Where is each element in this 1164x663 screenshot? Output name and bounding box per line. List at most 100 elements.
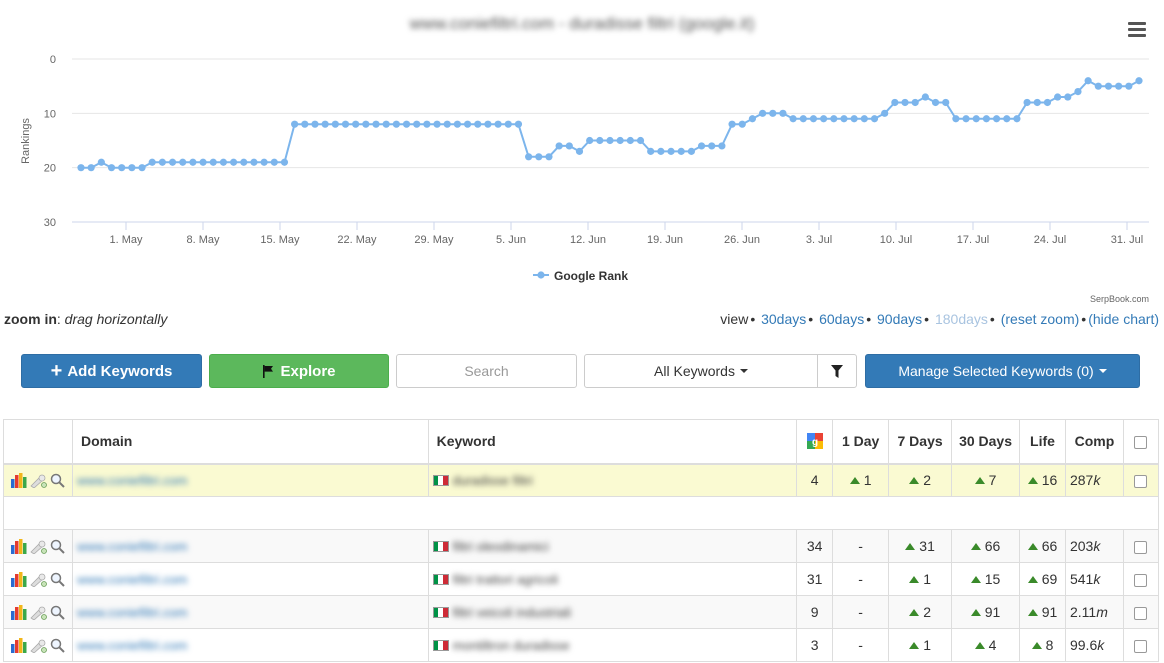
thirty-days-header[interactable]: 30 Days	[951, 419, 1021, 464]
data-point	[1043, 98, 1052, 107]
view-180days-link[interactable]: 180days	[935, 311, 988, 327]
up-arrow-icon	[1031, 642, 1042, 649]
row-actions	[3, 529, 73, 563]
row-select[interactable]	[1122, 562, 1160, 596]
domain-link[interactable]: www.coniefiltri.com	[77, 539, 188, 554]
legend-google-rank[interactable]: Google Rank	[554, 269, 628, 283]
magnifier-icon[interactable]	[50, 605, 65, 620]
keyword-cell: duradisse filtri	[427, 463, 798, 497]
data-point	[931, 98, 940, 107]
data-point	[535, 153, 543, 161]
data-point	[474, 120, 482, 128]
manage-selected-keywords-button[interactable]: Manage Selected Keywords (0)	[865, 354, 1140, 388]
reset-zoom-link[interactable]: (reset zoom)	[1001, 311, 1080, 327]
view-30days-link[interactable]: 30days	[761, 311, 806, 327]
edit-note-icon[interactable]	[30, 473, 47, 488]
domain-link[interactable]: www.coniefiltri.com	[77, 473, 188, 488]
edit-note-icon[interactable]	[30, 539, 47, 554]
edit-note-icon[interactable]	[30, 572, 47, 587]
data-point	[870, 115, 879, 123]
row-checkbox[interactable]	[1134, 639, 1148, 653]
row-checkbox[interactable]	[1134, 540, 1148, 554]
explore-button[interactable]: Explore	[209, 354, 389, 388]
domain-cell[interactable]: www.coniefiltri.com	[71, 595, 429, 629]
hide-chart-link[interactable]: (hide chart)	[1088, 311, 1159, 327]
view-60days-link[interactable]: 60days	[819, 311, 864, 327]
data-point	[525, 153, 533, 161]
bar-chart-icon[interactable]	[11, 571, 27, 587]
data-point	[809, 115, 818, 123]
table-row: www.coniefiltri.com montiltron duradisse…	[3, 628, 1160, 662]
rank-chart[interactable]: www.coniefiltri.com - duradisse filtri (…	[0, 0, 1164, 304]
keyword-text: filtri oleodinamici	[452, 538, 549, 554]
chart-credit[interactable]: SerpBook.com	[1090, 294, 1149, 304]
x-tick-label: 12. Jun	[570, 234, 606, 246]
view-label: view	[720, 311, 749, 327]
domain-header[interactable]: Domain	[71, 419, 429, 464]
data-point	[392, 120, 400, 128]
keyword-cell: montiltron duradisse	[427, 628, 798, 662]
comp-header[interactable]: Comp	[1064, 419, 1124, 464]
italy-flag-icon	[432, 639, 449, 651]
data-point	[1125, 82, 1133, 90]
row-select[interactable]	[1122, 529, 1160, 563]
google-rank-header[interactable]: g	[796, 419, 834, 464]
domain-link[interactable]: www.coniefiltri.com	[77, 572, 188, 587]
x-tick-label: 24. Jul	[1034, 234, 1066, 246]
data-point	[992, 115, 1001, 123]
domain-cell[interactable]: www.coniefiltri.com	[71, 463, 429, 497]
domain-cell[interactable]: www.coniefiltri.com	[71, 628, 429, 662]
magnifier-icon[interactable]	[50, 638, 65, 653]
view-90days-link[interactable]: 90days	[877, 311, 922, 327]
add-keywords-button[interactable]: + Add Keywords	[21, 354, 202, 388]
google-icon: g	[806, 433, 823, 450]
data-point	[799, 115, 807, 123]
life-header[interactable]: Life	[1019, 419, 1066, 464]
row-select[interactable]	[1122, 628, 1160, 662]
data-point	[708, 142, 716, 150]
data-point	[209, 158, 217, 166]
data-point	[148, 158, 156, 166]
select-all-header[interactable]	[1122, 419, 1160, 464]
row-actions	[3, 628, 73, 662]
data-point	[504, 120, 512, 128]
row-select[interactable]	[1122, 463, 1160, 497]
magnifier-icon[interactable]	[50, 539, 65, 554]
chart-svg[interactable]: 0 10 20 30 Rankings 1. May 8. May 15. May 22. Ma…	[0, 0, 1164, 300]
keyword-text: duradisse filtri	[452, 472, 533, 488]
bar-chart-icon[interactable]	[11, 472, 27, 488]
data-point	[586, 136, 594, 145]
search-input[interactable]	[397, 363, 576, 379]
select-all-checkbox[interactable]	[1134, 436, 1148, 450]
seven-days-change: 2	[888, 595, 953, 629]
domain-cell[interactable]: www.coniefiltri.com	[71, 562, 429, 596]
up-arrow-icon	[1027, 543, 1038, 550]
domain-link[interactable]: www.coniefiltri.com	[77, 605, 188, 620]
edit-note-icon[interactable]	[30, 605, 47, 620]
row-checkbox[interactable]	[1134, 475, 1148, 489]
seven-days-header[interactable]: 7 Days	[888, 419, 953, 464]
spacer-cell	[3, 496, 1159, 530]
data-point	[240, 158, 248, 166]
bar-chart-icon[interactable]	[11, 604, 27, 620]
magnifier-icon[interactable]	[50, 572, 65, 587]
edit-note-icon[interactable]	[30, 638, 47, 653]
competition-unit: m	[1096, 604, 1108, 620]
x-tick-label: 17. Jul	[957, 234, 989, 246]
row-checkbox[interactable]	[1134, 606, 1148, 620]
magnifier-icon[interactable]	[50, 473, 65, 488]
data-point	[382, 120, 390, 128]
data-point	[341, 120, 350, 128]
bar-chart-icon[interactable]	[11, 538, 27, 554]
row-checkbox[interactable]	[1134, 573, 1148, 587]
keyword-header[interactable]: Keyword	[427, 419, 798, 464]
filter-button[interactable]	[817, 354, 857, 388]
domain-link[interactable]: www.coniefiltri.com	[77, 638, 188, 653]
row-select[interactable]	[1122, 595, 1160, 629]
search-box[interactable]	[396, 354, 577, 388]
domain-cell[interactable]: www.coniefiltri.com	[71, 529, 429, 563]
keyword-filter-dropdown[interactable]: All Keywords	[584, 354, 818, 388]
data-point	[728, 120, 736, 128]
bar-chart-icon[interactable]	[11, 637, 27, 653]
one-day-header[interactable]: 1 Day	[832, 419, 890, 464]
